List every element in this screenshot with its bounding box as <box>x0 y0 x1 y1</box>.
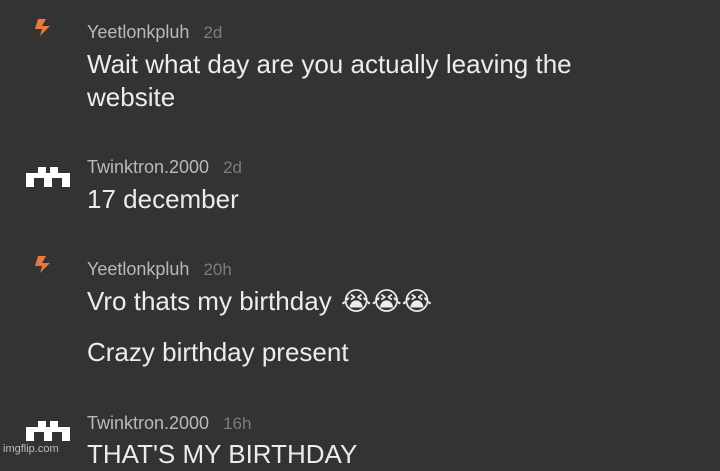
comment: Twinktron.2000 2d 17 december <box>0 140 720 240</box>
comment-meta: Yeetlonkpluh 2d <box>87 21 222 44</box>
comment: Yeetlonkpluh 20h Vro thats my birthday 😭😭… <box>0 240 720 405</box>
username[interactable]: Twinktron.2000 <box>87 157 209 177</box>
timestamp: 2d <box>223 158 242 177</box>
comment-text-line: Vro thats my birthday <box>87 286 332 316</box>
timestamp: 16h <box>223 414 252 433</box>
username[interactable]: Twinktron.2000 <box>87 413 209 433</box>
comment: Yeetlonkpluh 2d Wait what day are you act… <box>0 0 720 140</box>
comment-meta: Yeetlonkpluh 20h <box>87 258 232 281</box>
comment: Twinktron.2000 16h THAT'S MY BIRTHDAY <box>0 405 720 469</box>
comment-text: Wait what day are you actually leaving t… <box>87 49 572 112</box>
username[interactable]: Yeetlonkpluh <box>87 22 189 42</box>
crying-face-emoji: 😭😭😭 <box>340 287 433 317</box>
lightning-bolt-icon[interactable] <box>24 16 72 40</box>
pixel-invader-icon[interactable] <box>24 165 72 189</box>
pixel-invader-icon[interactable] <box>24 419 72 443</box>
watermark: imgflip.com <box>3 443 59 455</box>
timestamp: 2d <box>203 23 223 42</box>
comment-text: Crazy birthday present <box>87 337 349 367</box>
comment-text: THAT'S MY BIRTHDAY <box>87 439 358 469</box>
username[interactable]: Yeetlonkpluh <box>87 259 189 279</box>
lightning-bolt-icon[interactable] <box>24 253 72 277</box>
comment-text: Vro thats my birthday 😭😭😭 <box>87 285 687 318</box>
comment-text: 17 december <box>87 184 239 214</box>
comment-meta: Twinktron.2000 16h <box>87 412 251 435</box>
comment-meta: Twinktron.2000 2d <box>87 156 242 179</box>
timestamp: 20h <box>203 260 232 279</box>
